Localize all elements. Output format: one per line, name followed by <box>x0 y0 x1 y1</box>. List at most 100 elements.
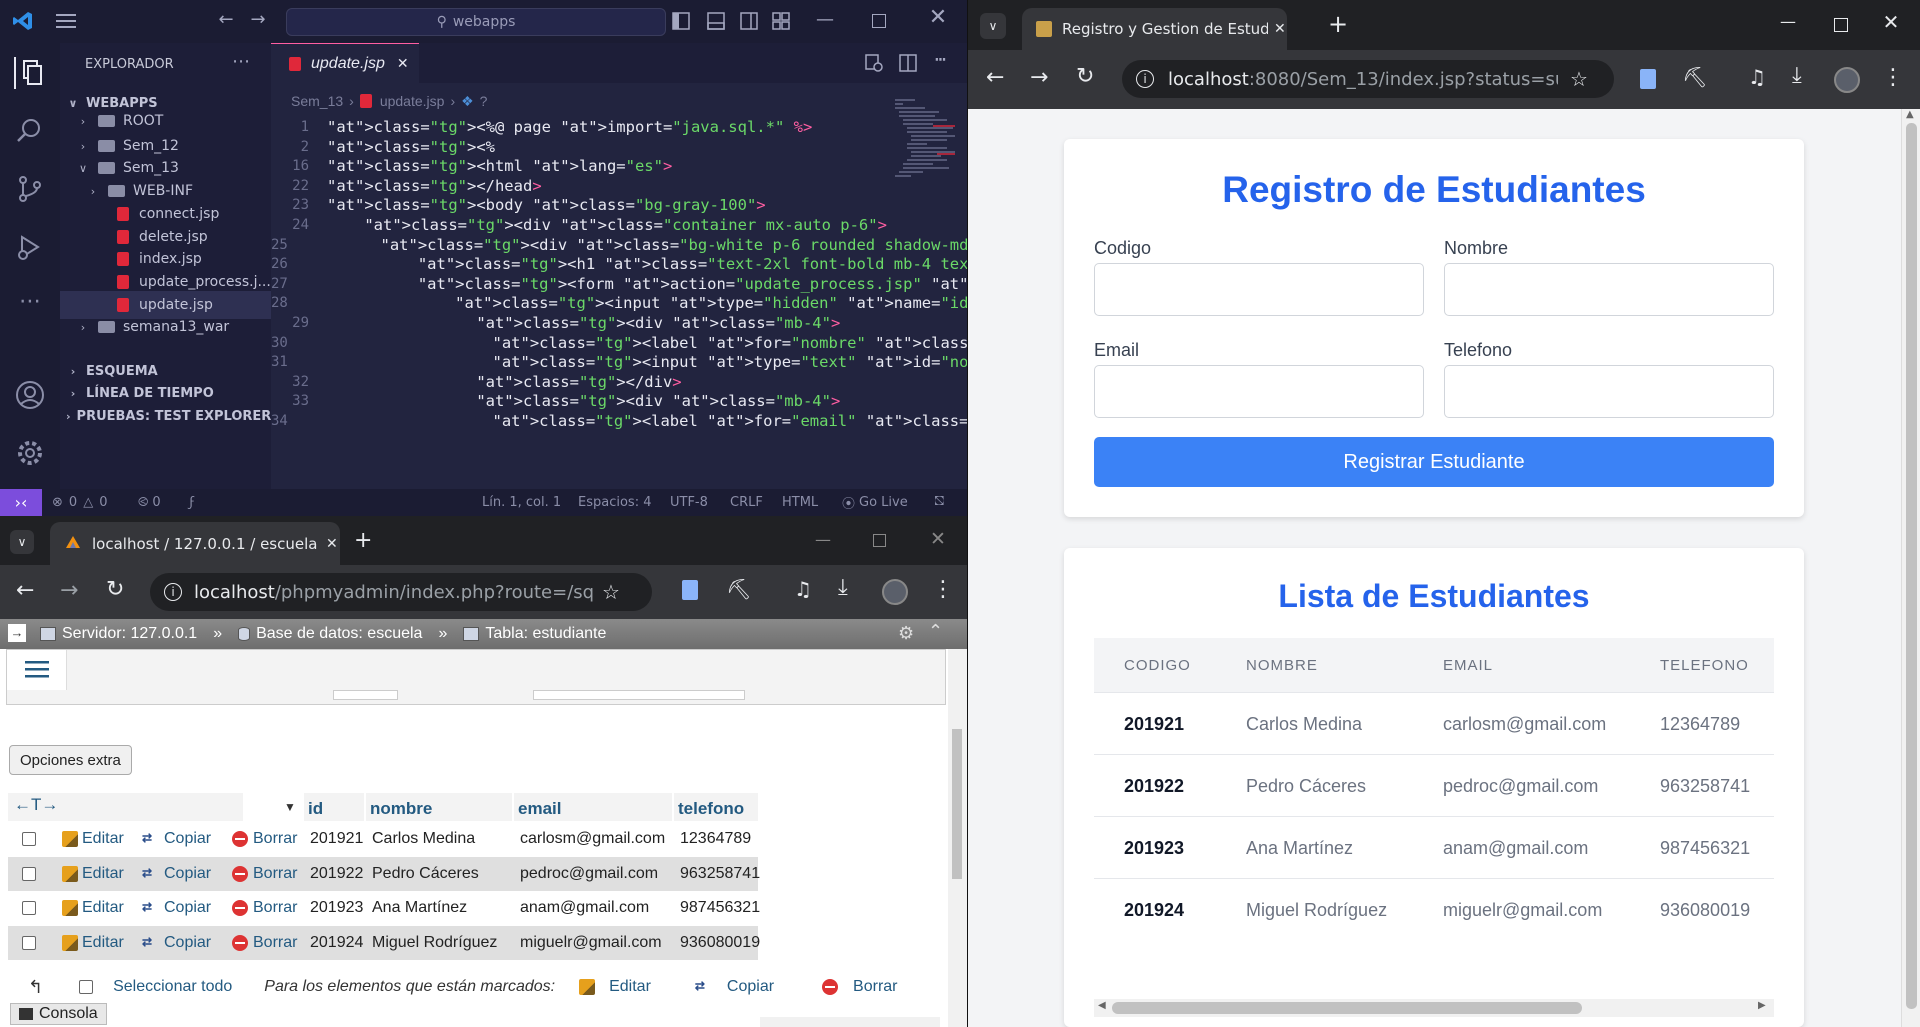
breadcrumb-file[interactable]: update.jsp <box>380 93 445 109</box>
tab-search-chevron-icon[interactable]: ∨ <box>10 530 34 554</box>
nombre-input[interactable] <box>1444 263 1774 316</box>
column-header-telefono[interactable]: telefono <box>674 793 758 821</box>
breadcrumb-symbol[interactable]: ? <box>480 93 488 109</box>
forward-arrow-icon[interactable]: → <box>60 578 78 603</box>
new-tab-plus-icon[interactable]: + <box>354 528 372 553</box>
site-info-icon[interactable]: i <box>164 583 182 601</box>
tree-item-root[interactable]: › ROOT <box>60 111 271 131</box>
breadcrumb-table[interactable]: Tabla: estudiante <box>485 625 606 643</box>
extension-icon[interactable] <box>682 580 698 600</box>
delete-link[interactable]: Borrar <box>253 934 297 952</box>
settings-gear-icon[interactable] <box>14 437 46 469</box>
maximize-icon[interactable] <box>1834 18 1848 32</box>
breadcrumb-database[interactable]: Base de datos: escuela <box>256 625 422 643</box>
column-header-id[interactable]: id <box>304 793 364 821</box>
scrollbar-thumb[interactable] <box>1112 1002 1582 1014</box>
delete-link[interactable]: Borrar <box>253 899 297 917</box>
editor-more-icon[interactable]: ⋯ <box>935 49 946 70</box>
puzzle-extensions-icon[interactable]: ⛏ <box>726 577 751 601</box>
ports-indicator[interactable]: ⧀ 0 <box>138 489 161 516</box>
telefono-input[interactable] <box>1444 365 1774 418</box>
register-student-button[interactable]: Registrar Estudiante <box>1094 437 1774 487</box>
close-icon[interactable]: ✕ <box>915 528 961 550</box>
back-arrow-icon[interactable]: ← <box>214 10 238 30</box>
collapse-nav-arrow-icon[interactable]: → <box>8 624 26 642</box>
explorer-icon[interactable] <box>14 57 46 89</box>
language-mode[interactable]: HTML <box>782 489 818 516</box>
table-horizontal-scrollbar[interactable]: ◀ ▶ <box>1094 999 1774 1017</box>
row-checkbox[interactable] <box>22 901 36 915</box>
edit-link[interactable]: Editar <box>82 865 124 883</box>
pma-table-row[interactable]: Editar ⇄ Copiar Borrar 201921 Carlos Medina ca… <box>8 822 758 856</box>
hamburger-menu-icon[interactable] <box>7 650 67 690</box>
reload-icon[interactable]: ↻ <box>1076 64 1094 89</box>
notifications-bell-icon[interactable]: ⛞ <box>934 489 945 516</box>
puzzle-extensions-icon[interactable]: ⛏ <box>1682 65 1707 89</box>
bookmark-star-icon[interactable]: ☆ <box>1570 67 1588 91</box>
delete-link[interactable]: Borrar <box>253 865 297 883</box>
address-bar[interactable]: i localhost:8080/Sem_13/index.jsp?status… <box>1122 60 1614 98</box>
bulk-delete-link[interactable]: Borrar <box>853 978 897 996</box>
toggle-secondary-sidebar-icon[interactable] <box>740 12 758 34</box>
forward-arrow-icon[interactable]: → <box>1030 65 1048 90</box>
minimize-icon[interactable]: — <box>1765 12 1811 31</box>
code-line[interactable]: 34 "at">class="tg"><label "at">for="emai… <box>271 409 967 433</box>
encoding[interactable]: UTF-8 <box>670 489 708 516</box>
scrollbar-thumb[interactable] <box>952 729 962 879</box>
bookmark-star-icon[interactable]: ☆ <box>602 580 620 604</box>
media-controls-icon[interactable]: ♫ <box>1748 65 1766 89</box>
minimize-icon[interactable]: — <box>800 530 846 549</box>
column-header-nombre[interactable]: nombre <box>366 793 512 821</box>
pma-input-partial[interactable] <box>533 690 745 700</box>
account-icon[interactable] <box>14 379 46 411</box>
tab-close-icon[interactable]: ✕ <box>326 536 338 552</box>
scroll-up-icon[interactable]: ▲ <box>1906 109 1914 120</box>
row-checkbox[interactable] <box>22 866 36 881</box>
chrome-menu-icon[interactable]: ⋮ <box>932 577 954 602</box>
close-icon[interactable]: ✕ <box>927 7 949 29</box>
column-header-email[interactable]: email <box>514 793 672 821</box>
edit-link[interactable]: Editar <box>82 934 124 952</box>
back-arrow-icon[interactable]: ← <box>986 65 1004 90</box>
lightning-icon[interactable]: ϝ <box>189 489 195 516</box>
sort-triangle-icon[interactable]: ▼ <box>284 800 296 814</box>
code-view[interactable]: 1 "at">class="tg"><%@ page "at">import="j… <box>271 115 967 489</box>
copy-link[interactable]: Copiar <box>164 899 211 917</box>
open-changes-icon[interactable] <box>865 54 883 76</box>
back-arrow-icon[interactable]: ← <box>16 578 34 603</box>
go-live-button[interactable]: ⦿ Go Live <box>842 489 908 516</box>
copy-link[interactable]: Copiar <box>164 934 211 952</box>
vertical-scrollbar[interactable] <box>948 649 967 1027</box>
reload-icon[interactable]: ↻ <box>106 577 124 602</box>
tab-close-icon[interactable]: ✕ <box>1274 21 1286 37</box>
settings-gear-icon[interactable]: ⚙ <box>898 623 914 644</box>
site-info-icon[interactable]: i <box>1136 70 1154 88</box>
minimap[interactable] <box>893 95 961 205</box>
pma-table-row[interactable]: Editar ⇄ Copiar Borrar 201924 Miguel Rodrígue… <box>8 925 760 960</box>
delete-link[interactable]: Borrar <box>253 830 297 848</box>
chrome-menu-icon[interactable]: ⋮ <box>1882 65 1904 90</box>
bulk-copy-link[interactable]: Copiar <box>727 978 774 996</box>
minimize-icon[interactable]: — <box>815 10 835 30</box>
codigo-input[interactable] <box>1094 263 1424 316</box>
profile-avatar[interactable] <box>882 579 908 605</box>
bulk-edit-link[interactable]: Editar <box>609 978 651 996</box>
download-icon[interactable]: ⤓ <box>1792 63 1802 88</box>
indentation[interactable]: Espacios: 4 <box>578 489 651 516</box>
breadcrumb-folder[interactable]: Sem_13 <box>291 93 343 109</box>
breadcrumb-server[interactable]: Servidor: 127.0.0.1 <box>62 625 197 643</box>
edit-link[interactable]: Editar <box>82 830 124 848</box>
scroll-left-icon[interactable]: ◀ <box>1098 1000 1106 1011</box>
extra-options-button[interactable]: Opciones extra <box>9 745 132 775</box>
toggle-panel-icon[interactable] <box>707 12 725 34</box>
split-editor-icon[interactable] <box>899 54 917 76</box>
collapse-icon[interactable]: ⌃ <box>928 621 943 642</box>
column-arrows-icon[interactable]: ←T→ <box>14 795 58 815</box>
media-controls-icon[interactable]: ♫ <box>794 577 812 601</box>
select-all-checkbox[interactable] <box>79 980 94 994</box>
source-control-icon[interactable] <box>14 173 46 205</box>
tree-item-semana13-war[interactable]: › semana13_war <box>60 313 271 341</box>
close-icon[interactable]: ✕ <box>1868 10 1914 34</box>
scroll-right-icon[interactable]: ▶ <box>1758 1000 1766 1011</box>
tab-search-chevron-icon[interactable]: ∨ <box>980 13 1006 39</box>
